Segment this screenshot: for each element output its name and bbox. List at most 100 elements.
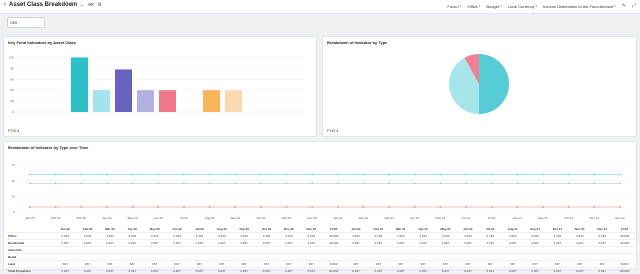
bar[interactable] — [225, 90, 242, 112]
data-point[interactable] — [260, 206, 262, 208]
data-point[interactable] — [414, 182, 416, 184]
data-point[interactable] — [465, 174, 467, 176]
data-point[interactable] — [568, 206, 570, 208]
data-point[interactable] — [593, 206, 595, 208]
data-point[interactable] — [337, 182, 339, 184]
data-point[interactable] — [209, 206, 211, 208]
asset-filter[interactable]: Office▾ — [467, 4, 480, 9]
bar[interactable] — [93, 90, 110, 112]
data-point[interactable] — [414, 206, 416, 208]
pie-slice[interactable] — [479, 54, 509, 114]
data-point[interactable] — [593, 174, 595, 176]
fund-filter[interactable]: Fund-I▾ — [447, 4, 461, 9]
data-point[interactable] — [157, 182, 159, 184]
data-point[interactable] — [363, 182, 365, 184]
data-point[interactable] — [55, 206, 57, 208]
data-point[interactable] — [311, 206, 313, 208]
expand-icon[interactable]: ⤢ — [632, 3, 636, 9]
data-point[interactable] — [80, 174, 82, 176]
data-point[interactable] — [80, 182, 82, 184]
data-point[interactable] — [414, 174, 416, 176]
table-cell — [76, 254, 98, 261]
table-cell — [300, 254, 322, 261]
data-point[interactable] — [157, 206, 159, 208]
data-point[interactable] — [209, 174, 211, 176]
edit-icon[interactable]: ✎ — [622, 3, 626, 9]
data-point[interactable] — [440, 182, 442, 184]
data-point[interactable] — [183, 174, 185, 176]
data-point[interactable] — [286, 182, 288, 184]
data-point[interactable] — [568, 174, 570, 176]
data-point[interactable] — [183, 206, 185, 208]
data-point[interactable] — [440, 206, 442, 208]
data-point[interactable] — [542, 206, 544, 208]
data-point[interactable] — [311, 182, 313, 184]
data-point[interactable] — [80, 206, 82, 208]
data-point[interactable] — [234, 174, 236, 176]
data-point[interactable] — [234, 206, 236, 208]
data-point[interactable] — [29, 182, 31, 184]
data-point[interactable] — [106, 182, 108, 184]
data-point[interactable] — [388, 206, 390, 208]
data-point[interactable] — [286, 174, 288, 176]
data-point[interactable] — [440, 174, 442, 176]
data-point[interactable] — [619, 174, 621, 176]
data-point[interactable] — [516, 206, 518, 208]
data-point[interactable] — [29, 174, 31, 176]
bar[interactable] — [71, 57, 88, 112]
data-point[interactable] — [209, 182, 211, 184]
data-point[interactable] — [132, 174, 134, 176]
data-point[interactable] — [234, 182, 236, 184]
data-point[interactable] — [183, 182, 185, 184]
data-point[interactable] — [106, 206, 108, 208]
chevron-down-icon[interactable]: ⌄ — [80, 2, 84, 8]
table-cell: 2,667 — [278, 240, 300, 247]
data-point[interactable] — [568, 182, 570, 184]
bar[interactable] — [203, 90, 220, 112]
search-input[interactable] — [7, 17, 45, 28]
data-point[interactable] — [132, 182, 134, 184]
data-point[interactable] — [260, 182, 262, 184]
period-selector[interactable]: FY20▾ — [8, 129, 19, 133]
scenario-filter[interactable]: Budget▾ — [486, 4, 501, 9]
data-point[interactable] — [286, 206, 288, 208]
bar[interactable] — [137, 90, 154, 112]
data-point[interactable] — [337, 206, 339, 208]
data-point[interactable] — [619, 182, 621, 184]
data-point[interactable] — [157, 174, 159, 176]
data-point[interactable] — [260, 174, 262, 176]
table-cell: 3,333 — [569, 233, 591, 240]
data-point[interactable] — [337, 174, 339, 176]
table-cell: 6,667 — [591, 268, 613, 274]
data-point[interactable] — [132, 206, 134, 208]
measure-filter[interactable]: Income Distribution to the Fund Amount▾ — [543, 4, 616, 9]
data-point[interactable] — [465, 206, 467, 208]
share-icon[interactable]: ⋘ — [87, 2, 94, 8]
currency-filter[interactable]: Local Currency▾ — [508, 4, 537, 9]
data-point[interactable] — [55, 182, 57, 184]
table-cell — [54, 254, 76, 261]
data-point[interactable] — [363, 206, 365, 208]
data-point[interactable] — [593, 182, 595, 184]
bar[interactable] — [115, 69, 132, 112]
chevron-left-icon[interactable]: ‹ — [4, 2, 6, 8]
data-point[interactable] — [465, 182, 467, 184]
data-point[interactable] — [491, 174, 493, 176]
data-point[interactable] — [619, 206, 621, 208]
data-point[interactable] — [55, 174, 57, 176]
data-point[interactable] — [363, 174, 365, 176]
data-point[interactable] — [388, 174, 390, 176]
data-point[interactable] — [516, 174, 518, 176]
data-point[interactable] — [106, 174, 108, 176]
data-point[interactable] — [542, 182, 544, 184]
data-point[interactable] — [491, 206, 493, 208]
data-point[interactable] — [542, 174, 544, 176]
data-point[interactable] — [29, 206, 31, 208]
gear-icon[interactable]: ⚙ — [97, 2, 101, 8]
bar[interactable] — [159, 90, 176, 112]
data-point[interactable] — [516, 182, 518, 184]
period-selector[interactable]: FY20▾ — [327, 129, 338, 133]
data-point[interactable] — [388, 182, 390, 184]
data-point[interactable] — [491, 182, 493, 184]
data-point[interactable] — [311, 174, 313, 176]
